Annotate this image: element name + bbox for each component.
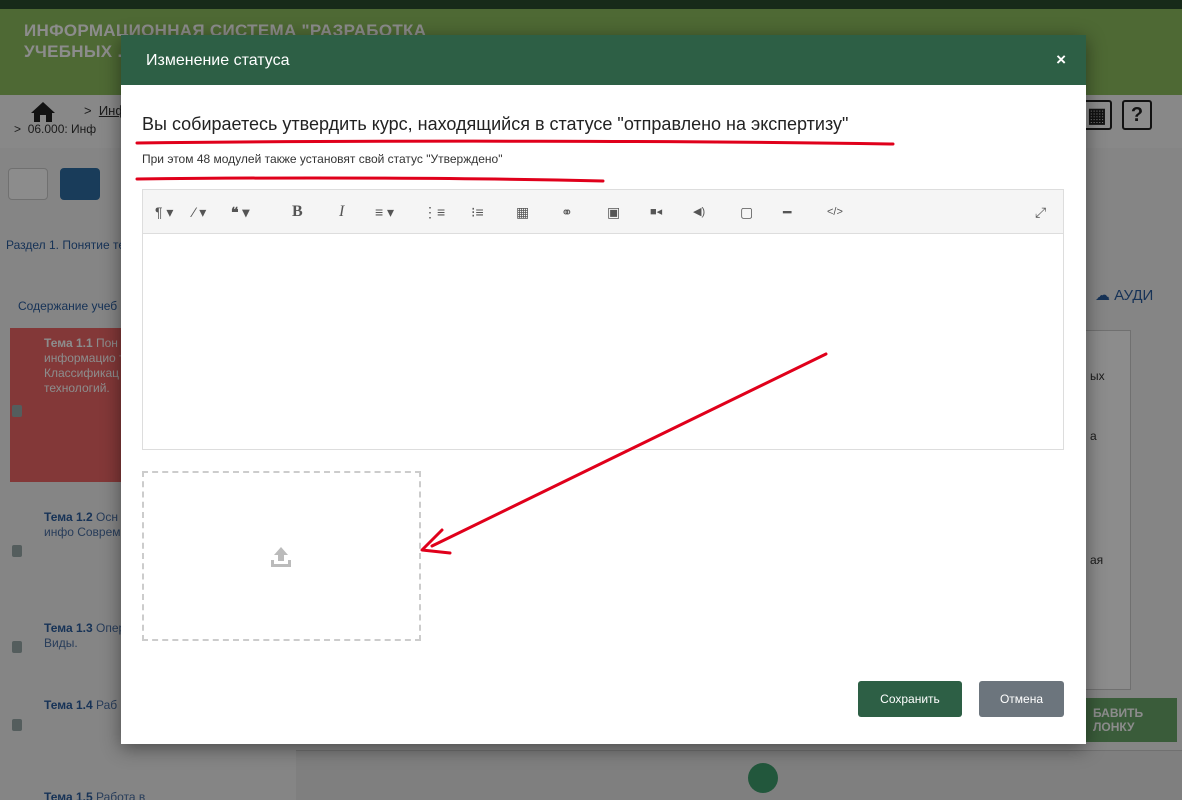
upload-icon (269, 546, 293, 573)
file-icon[interactable]: ▢ (740, 203, 753, 221)
table-icon[interactable]: ▦ (516, 203, 529, 221)
close-icon[interactable]: × (1056, 50, 1066, 70)
image-icon[interactable]: ▣ (607, 203, 620, 221)
editor-text-area[interactable] (143, 234, 1063, 449)
ordered-list-icon[interactable]: ⋮≡ (423, 203, 445, 221)
editor-toolbar: ¶ ▾ ⁄ ▾ ❝ ▾ B I ≡ ▾ ⋮≡ ⁝≡ ▦ ⚭ ▣ ■◂ ◀) ▢ … (143, 190, 1063, 234)
confirmation-question: Вы собираетесь утвердить курс, находящий… (142, 114, 849, 134)
quote-icon[interactable]: ❝ ▾ (231, 203, 249, 221)
align-icon[interactable]: ≡ ▾ (375, 203, 394, 221)
paragraph-icon[interactable]: ¶ ▾ (155, 203, 173, 221)
dialog-header: Изменение статуса × (121, 35, 1086, 85)
italic-icon[interactable]: I (339, 203, 344, 221)
rich-text-editor: ¶ ▾ ⁄ ▾ ❝ ▾ B I ≡ ▾ ⋮≡ ⁝≡ ▦ ⚭ ▣ ■◂ ◀) ▢ … (142, 189, 1064, 450)
confirmation-subtext: При этом 48 модулей также установят свой… (142, 152, 503, 166)
file-dropzone[interactable] (142, 471, 421, 641)
fullscreen-icon[interactable]: ⤢ (1035, 203, 1046, 221)
horizontal-rule-icon[interactable]: ━ (783, 203, 791, 221)
audio-icon[interactable]: ◀) (693, 203, 705, 221)
cancel-button[interactable]: Отмена (979, 681, 1064, 717)
bold-icon[interactable]: B (292, 203, 303, 221)
status-change-dialog: Изменение статуса × Вы собираетесь утвер… (121, 35, 1086, 744)
video-icon[interactable]: ■◂ (650, 203, 662, 221)
magic-wand-icon[interactable]: ⁄ ▾ (193, 203, 206, 221)
code-icon[interactable]: </> (827, 203, 843, 221)
save-button[interactable]: Сохранить (858, 681, 962, 717)
unordered-list-icon[interactable]: ⁝≡ (471, 203, 484, 221)
link-icon[interactable]: ⚭ (561, 203, 573, 221)
dialog-title: Изменение статуса (146, 52, 290, 69)
